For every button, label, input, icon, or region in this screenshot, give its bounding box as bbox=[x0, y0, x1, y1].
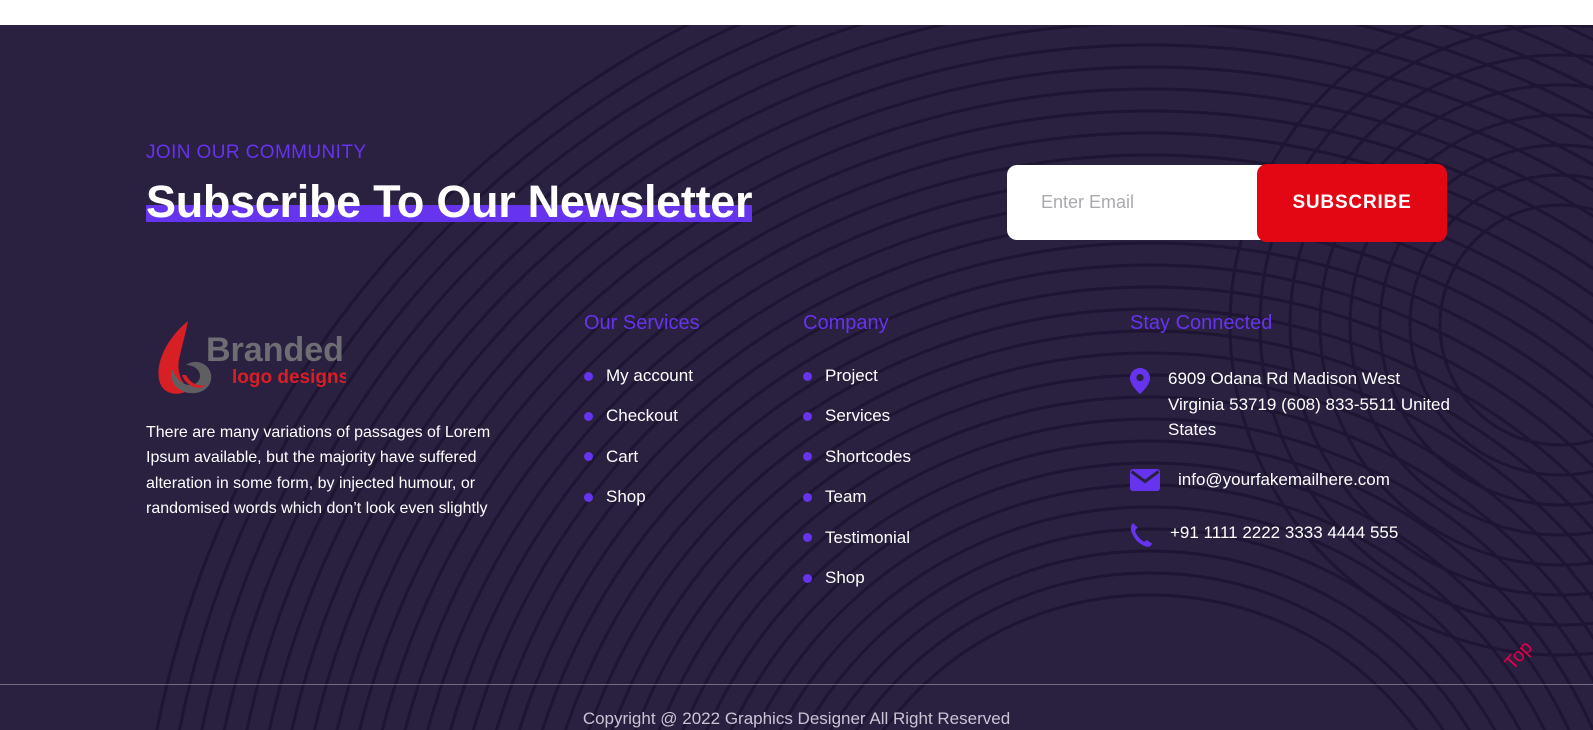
newsletter-heading: Subscribe To Our Newsletter bbox=[146, 176, 753, 228]
list-item[interactable]: My account bbox=[584, 366, 784, 386]
company-link[interactable]: Project bbox=[825, 366, 878, 386]
list-item[interactable]: Shop bbox=[803, 568, 1033, 588]
location-pin-icon bbox=[1130, 368, 1150, 399]
footer-column-company: Company Project Services Shortcodes Team… bbox=[803, 313, 1033, 608]
services-column-title: Our Services bbox=[584, 312, 700, 334]
bullet-icon bbox=[803, 452, 812, 462]
footer-column-services: Our Services My account Checkout Cart Sh… bbox=[584, 313, 784, 528]
services-link[interactable]: Checkout bbox=[606, 406, 678, 426]
company-link[interactable]: Team bbox=[825, 487, 867, 507]
back-to-top-link[interactable]: Top bbox=[1501, 637, 1538, 674]
phone-icon bbox=[1130, 522, 1152, 553]
list-item[interactable]: Team bbox=[803, 487, 1033, 507]
services-link[interactable]: Shop bbox=[606, 487, 646, 507]
company-link-list: Project Services Shortcodes Team Testimo… bbox=[803, 366, 1033, 588]
bullet-icon bbox=[803, 371, 812, 381]
subscribe-button[interactable]: SUBSCRIBE bbox=[1257, 163, 1447, 242]
company-column-title: Company bbox=[803, 312, 889, 334]
brand-logo[interactable]: Branded logo designs bbox=[146, 313, 346, 398]
company-link[interactable]: Testimonial bbox=[825, 528, 910, 548]
footer-divider bbox=[0, 684, 1593, 685]
bullet-icon bbox=[584, 452, 593, 462]
envelope-icon bbox=[1130, 468, 1160, 496]
bullet-icon bbox=[803, 533, 812, 543]
bullet-icon bbox=[584, 412, 593, 422]
contact-address-item: 6909 Odana Rd Madison West Virginia 5371… bbox=[1130, 366, 1460, 443]
list-item[interactable]: Shop bbox=[584, 487, 784, 507]
contact-email-item[interactable]: info@yourfakemailhere.com bbox=[1130, 467, 1460, 496]
contact-address-text: 6909 Odana Rd Madison West Virginia 5371… bbox=[1168, 369, 1450, 439]
list-item[interactable]: Shortcodes bbox=[803, 447, 1033, 467]
newsletter-text-block: JOIN OUR COMMUNITY Subscribe To Our News… bbox=[146, 142, 753, 228]
contact-email-text[interactable]: info@yourfakemailhere.com bbox=[1178, 467, 1390, 493]
contact-phone-item[interactable]: +91 1111 2222 3333 4444 555 bbox=[1130, 520, 1460, 553]
footer-column-brand: Branded logo designs There are many vari… bbox=[146, 313, 546, 521]
bullet-icon bbox=[584, 492, 593, 502]
bullet-icon bbox=[803, 573, 812, 583]
newsletter-form: SUBSCRIBE bbox=[1007, 163, 1447, 242]
copyright-text: Copyright @ 2022 Graphics Designer All R… bbox=[582, 709, 1011, 728]
newsletter-section: JOIN OUR COMMUNITY Subscribe To Our News… bbox=[146, 142, 1447, 242]
list-item[interactable]: Checkout bbox=[584, 406, 784, 426]
newsletter-eyebrow: JOIN OUR COMMUNITY bbox=[146, 142, 367, 163]
services-link[interactable]: My account bbox=[606, 366, 693, 386]
list-item[interactable]: Testimonial bbox=[803, 528, 1033, 548]
footer-column-contact: Stay Connected 6909 Odana Rd Madison Wes… bbox=[1130, 313, 1460, 577]
brand-description: There are many variations of passages of… bbox=[146, 424, 491, 517]
svg-text:Branded: Branded bbox=[206, 331, 344, 369]
list-item[interactable]: Services bbox=[803, 406, 1033, 426]
newsletter-heading-text: Subscribe To Our Newsletter bbox=[146, 176, 753, 227]
contact-column-title: Stay Connected bbox=[1130, 312, 1273, 334]
services-link-list: My account Checkout Cart Shop bbox=[584, 366, 784, 508]
site-footer: JOIN OUR COMMUNITY Subscribe To Our News… bbox=[0, 25, 1593, 730]
company-link[interactable]: Services bbox=[825, 406, 890, 426]
services-link[interactable]: Cart bbox=[606, 447, 638, 467]
bullet-icon bbox=[803, 412, 812, 422]
svg-text:logo designs: logo designs bbox=[232, 367, 346, 388]
contact-phone-text[interactable]: +91 1111 2222 3333 4444 555 bbox=[1170, 520, 1398, 546]
bullet-icon bbox=[584, 371, 593, 381]
company-link[interactable]: Shortcodes bbox=[825, 447, 911, 467]
company-link[interactable]: Shop bbox=[825, 568, 865, 588]
list-item[interactable]: Project bbox=[803, 366, 1033, 386]
list-item[interactable]: Cart bbox=[584, 447, 784, 467]
bullet-icon bbox=[803, 492, 812, 502]
top-white-strip bbox=[0, 0, 1593, 25]
